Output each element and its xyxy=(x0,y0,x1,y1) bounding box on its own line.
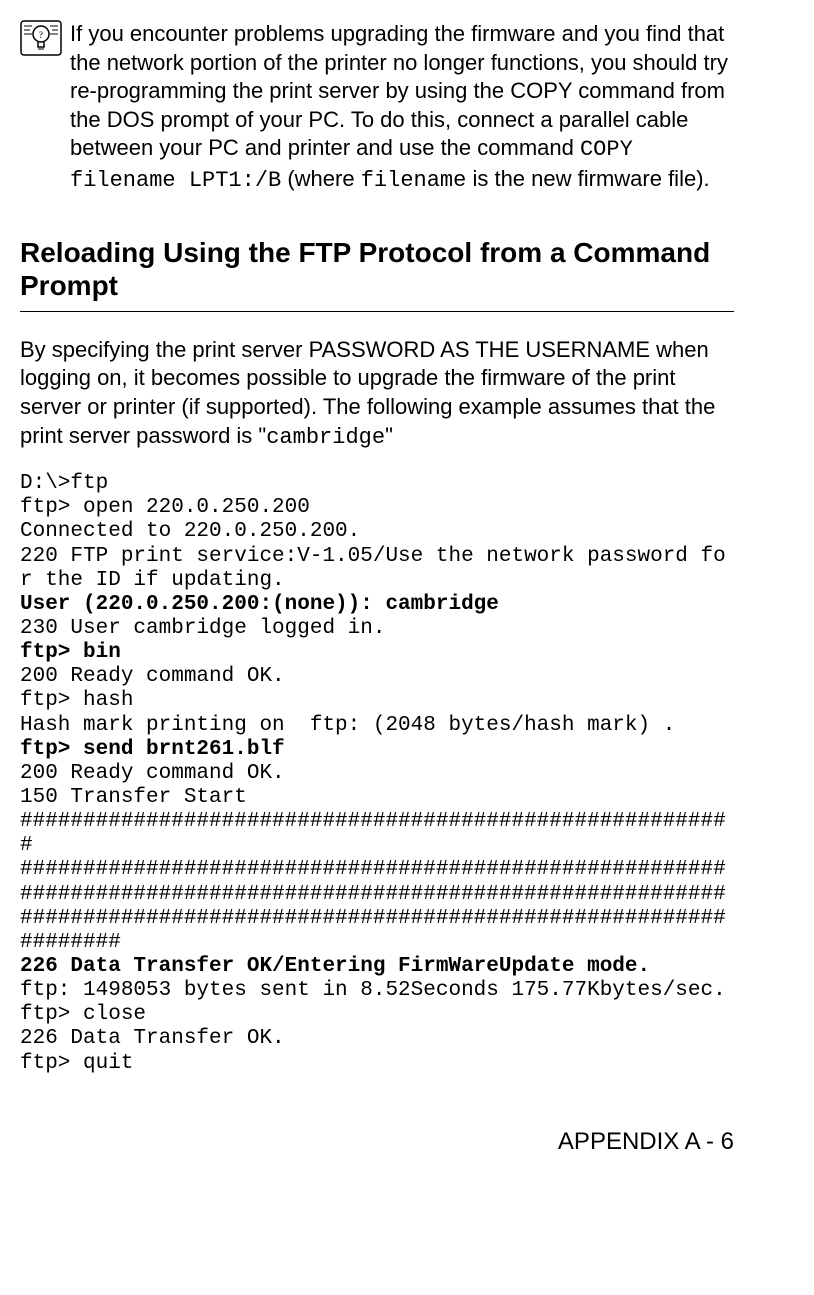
term-line-bold: ftp> send brnt261.blf xyxy=(20,738,285,761)
term-line: Connected to 220.0.250.200. xyxy=(20,520,360,543)
term-line: ftp> quit xyxy=(20,1052,133,1075)
svg-text:?: ? xyxy=(39,30,43,40)
section-heading: Reloading Using the FTP Protocol from a … xyxy=(20,236,734,303)
term-line: 200 Ready command OK. xyxy=(20,762,285,785)
term-line: Hash mark printing on ftp: (2048 bytes/h… xyxy=(20,714,675,737)
term-line: ftp> open 220.0.250.200 xyxy=(20,496,310,519)
term-line: 230 User cambridge logged in. xyxy=(20,617,385,640)
tip-text-mid: (where xyxy=(281,166,360,191)
tip-text-post: is the new firmware file). xyxy=(466,166,709,191)
term-line: ftp> hash xyxy=(20,689,133,712)
terminal-output: D:\>ftp ftp> open 220.0.250.200 Connecte… xyxy=(20,472,734,1076)
term-line: 200 Ready command OK. xyxy=(20,665,285,688)
page-footer: APPENDIX A - 6 xyxy=(20,1126,734,1157)
term-line: ftp: 1498053 bytes sent in 8.52Seconds 1… xyxy=(20,979,726,1002)
tip-block: ? If you encounter problems upgrading th… xyxy=(20,20,734,196)
intro-paragraph: By specifying the print server PASSWORD … xyxy=(20,336,734,452)
term-line-bold: 226 Data Transfer OK/Entering FirmWareUp… xyxy=(20,955,650,978)
term-line-bold: ftp> bin xyxy=(20,641,121,664)
intro-post: " xyxy=(385,423,393,448)
term-line: ########################################… xyxy=(20,810,726,857)
tip-text: If you encounter problems upgrading the … xyxy=(70,20,734,196)
intro-code: cambridge xyxy=(266,425,385,450)
term-line: 150 Transfer Start xyxy=(20,786,247,809)
term-line: 226 Data Transfer OK. xyxy=(20,1027,285,1050)
term-line-bold: User (220.0.250.200:(none)): cambridge xyxy=(20,593,499,616)
tip-code-2: filename xyxy=(361,168,467,193)
term-line: 220 FTP print service:V-1.05/Use the net… xyxy=(20,545,726,592)
term-line: ########################################… xyxy=(20,858,726,953)
term-line: ftp> close xyxy=(20,1003,146,1026)
lightbulb-icon: ? xyxy=(20,20,62,56)
term-line: D:\>ftp xyxy=(20,472,108,495)
heading-rule xyxy=(20,311,734,312)
